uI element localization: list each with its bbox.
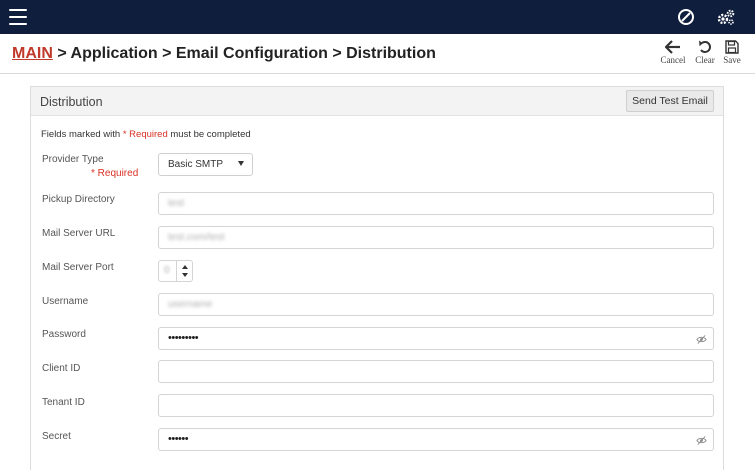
provider-type-label: Provider Type: [42, 154, 104, 165]
pickup-directory-input[interactable]: test: [158, 192, 714, 215]
breadcrumb-bar: MAIN > Application > Email Configuration…: [0, 34, 755, 74]
save-button[interactable]: Save: [716, 40, 748, 65]
save-label: Save: [723, 55, 741, 65]
required-fields-note: Fields marked with * Required must be co…: [41, 129, 251, 140]
panel-title: Distribution: [40, 95, 103, 109]
password-label: Password: [42, 329, 86, 340]
cancel-label: Cancel: [660, 55, 686, 65]
mail-server-url-value: test.com/test: [168, 232, 225, 243]
eye-slash-icon[interactable]: [696, 435, 707, 446]
password-input[interactable]: •••••••••: [158, 327, 714, 350]
send-test-email-button[interactable]: Send Test Email: [626, 90, 714, 112]
password-mask: •••••••••: [168, 332, 199, 344]
username-input[interactable]: username: [158, 293, 714, 316]
gears-icon[interactable]: [716, 7, 736, 27]
stepper-buttons: [176, 261, 192, 281]
panel-header: Distribution Send Test Email: [31, 87, 723, 116]
breadcrumb-main-link[interactable]: MAIN: [12, 45, 53, 62]
increment-arrow-icon[interactable]: [182, 265, 188, 269]
compass-icon[interactable]: [676, 7, 696, 27]
top-navigation-bar: [0, 0, 755, 34]
secret-mask: ••••••: [168, 433, 189, 445]
eye-slash-icon[interactable]: [696, 334, 707, 345]
mail-server-port-value: 0: [164, 265, 170, 276]
client-id-input[interactable]: [158, 360, 714, 383]
pickup-directory-label: Pickup Directory: [42, 194, 115, 205]
hamburger-menu-icon[interactable]: [9, 9, 27, 25]
username-label: Username: [42, 296, 89, 307]
distribution-panel: Distribution Send Test Email Fields mark…: [30, 86, 724, 470]
tenant-id-input[interactable]: [158, 394, 714, 417]
floppy-disk-icon: [725, 40, 739, 54]
breadcrumb: MAIN > Application > Email Configuration…: [12, 45, 436, 63]
mail-server-port-label: Mail Server Port: [42, 262, 114, 273]
secret-input[interactable]: ••••••: [158, 428, 714, 451]
mail-server-url-input[interactable]: test.com/test: [158, 226, 714, 249]
secret-label: Secret: [42, 431, 71, 442]
username-value: username: [168, 299, 213, 310]
mail-server-port-stepper[interactable]: 0: [158, 260, 193, 282]
tenant-id-label: Tenant ID: [42, 397, 85, 408]
cancel-button[interactable]: Cancel: [657, 40, 689, 65]
provider-type-value: Basic SMTP: [168, 159, 224, 170]
undo-icon: [699, 40, 711, 53]
decrement-arrow-icon[interactable]: [182, 273, 188, 277]
mail-server-url-label: Mail Server URL: [42, 228, 116, 239]
breadcrumb-path: > Application > Email Configuration > Di…: [52, 45, 436, 62]
provider-type-select[interactable]: Basic SMTP: [158, 153, 253, 176]
arrow-left-icon: [665, 40, 680, 54]
client-id-label: Client ID: [42, 363, 81, 374]
provider-type-required: * Required: [91, 168, 139, 179]
dropdown-arrow-icon: [238, 161, 244, 166]
pickup-directory-value: test: [168, 198, 185, 209]
